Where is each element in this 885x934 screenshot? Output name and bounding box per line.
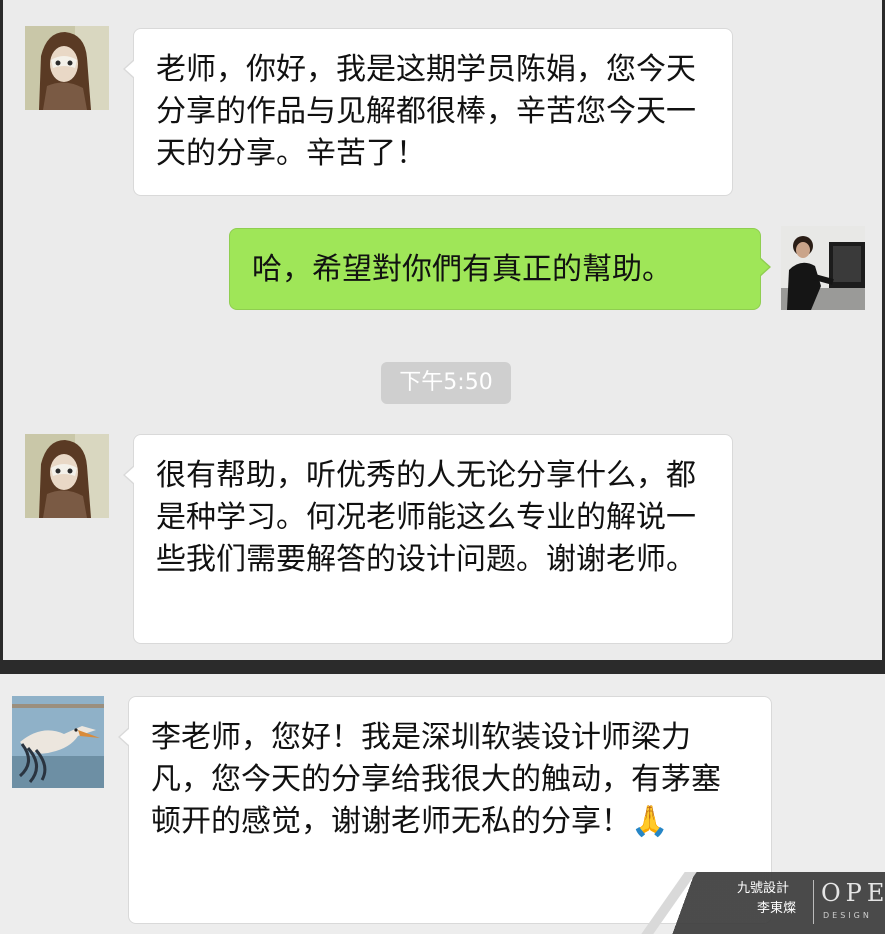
chat-panel-top: 老师，你好，我是这期学员陈娟，您今天分享的作品与见解都很棒，辛苦您今天一天的分享… [0,0,885,660]
timestamp-badge: 下午5:50 [381,362,511,404]
message-bubble-outgoing[interactable]: 哈，希望對你們有真正的幫助。 [229,228,771,310]
watermark-brand: OPEN [821,879,885,907]
man-at-computer-avatar[interactable] [781,226,865,310]
woman-with-mask-avatar[interactable] [25,26,109,110]
watermark: 九號設計 李東燦 OPEN DESIGN [635,872,885,934]
pelican-avatar[interactable] [12,696,104,788]
watermark-subtitle: DESIGN [823,911,872,920]
message-bubble[interactable]: 很有帮助，听优秀的人无论分享什么，都是种学习。何况老师能这么专业的解说一些我们需… [123,434,733,644]
chat-panel-bottom: 李老师，您好！我是深圳软装设计师梁力凡，您今天的分享给我很大的触动，有茅塞顿开的… [0,674,885,934]
watermark-author: 李東燦 [757,901,797,916]
message-text: 李老师，您好！我是深圳软装设计师梁力凡，您今天的分享给我很大的触动，有茅塞顿开的… [151,720,721,839]
message-bubble[interactable]: 老师，你好，我是这期学员陈娟，您今天分享的作品与见解都很棒，辛苦您今天一天的分享… [123,28,733,196]
screenshot-divider [0,660,885,674]
watermark-stripe [641,872,697,934]
message-text: 很有帮助，听优秀的人无论分享什么，都是种学习。何况老师能这么专业的解说一些我们需… [156,458,696,577]
watermark-separator [813,880,814,924]
woman-with-mask-avatar[interactable] [25,434,109,518]
message-text: 老师，你好，我是这期学员陈娟，您今天分享的作品与见解都很棒，辛苦您今天一天的分享… [156,52,696,171]
watermark-studio: 九號設計 [737,881,790,896]
message-text: 哈，希望對你們有真正的幫助。 [252,252,672,287]
